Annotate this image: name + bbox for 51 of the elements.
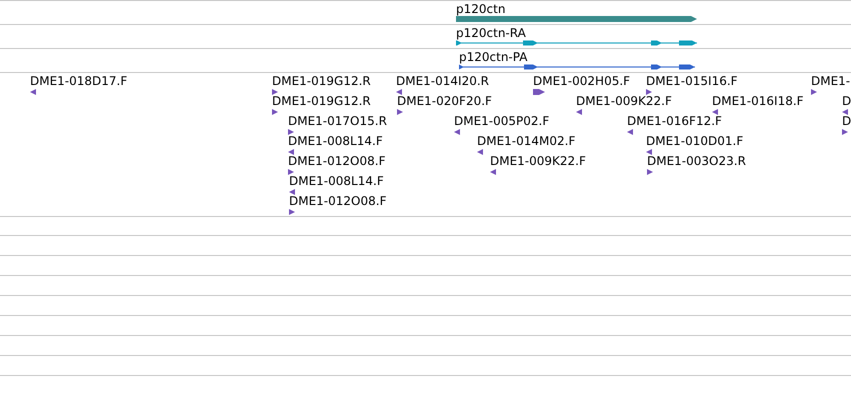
clone-arrow-icon[interactable] xyxy=(842,129,848,135)
clone-label[interactable]: DME1-005P02.F xyxy=(454,115,550,128)
clone-arrow-icon[interactable] xyxy=(454,129,460,135)
clone-arrow-icon[interactable] xyxy=(533,89,545,95)
clone-label[interactable]: D xyxy=(842,115,851,128)
clone-label[interactable]: DME1-008L14.F xyxy=(288,135,383,148)
clone-label[interactable]: DME1-014I20.R xyxy=(396,75,490,88)
clone-label[interactable]: DME1-012O08.F xyxy=(289,195,386,208)
clone-label[interactable]: DME1-010D01.F xyxy=(646,135,744,148)
clone-label[interactable]: DME1-017O15.R xyxy=(288,115,387,128)
clone-arrow-icon[interactable] xyxy=(627,129,633,135)
gene-label: p120ctn-PA xyxy=(459,51,528,64)
clone-label[interactable]: DME1-019G12.R xyxy=(272,95,371,108)
clone-arrow-icon[interactable] xyxy=(272,109,278,115)
clone-arrow-icon[interactable] xyxy=(289,189,295,195)
clone-label[interactable]: DME1-012O08.F xyxy=(288,155,386,168)
clone-label[interactable]: DME1-008L14.F xyxy=(289,175,384,188)
clone-arrow-icon[interactable] xyxy=(490,169,496,175)
transcript-model-drawing[interactable] xyxy=(459,64,695,70)
clone-label[interactable]: DME1-016F12.F xyxy=(627,115,722,128)
clone-label[interactable]: DME1-019G12.R xyxy=(272,75,371,88)
clone-label[interactable]: DME1-020F20.F xyxy=(397,95,492,108)
clone-label[interactable]: DME1-002H05.F xyxy=(533,75,630,88)
clone-arrow-icon[interactable] xyxy=(842,109,848,115)
transcript-model-drawing[interactable] xyxy=(456,40,697,46)
clone-arrow-icon[interactable] xyxy=(288,149,294,155)
clone-label[interactable]: DME1-016I18.F xyxy=(712,95,804,108)
clone-arrow-icon[interactable] xyxy=(288,169,294,175)
clone-arrow-icon[interactable] xyxy=(396,89,402,95)
clone-arrow-icon[interactable] xyxy=(576,109,582,115)
clone-label[interactable]: DME1-003O23.R xyxy=(647,155,746,168)
clone-arrow-icon[interactable] xyxy=(646,89,652,95)
clone-arrow-icon[interactable] xyxy=(272,89,278,95)
clone-label[interactable]: DME1- xyxy=(811,75,850,88)
clone-label[interactable]: DME1-009K22.F xyxy=(576,95,672,108)
clone-arrow-icon[interactable] xyxy=(712,109,718,115)
clone-label[interactable]: DME1-018D17.F xyxy=(30,75,128,88)
clone-arrow-icon[interactable] xyxy=(647,169,653,175)
clone-label[interactable]: D xyxy=(842,95,851,108)
gene-label: p120ctn-RA xyxy=(456,27,526,40)
clone-label[interactable]: DME1-009K22.F xyxy=(490,155,586,168)
clone-arrow-icon[interactable] xyxy=(646,149,652,155)
clone-arrow-icon[interactable] xyxy=(289,209,295,215)
clone-arrow-icon[interactable] xyxy=(811,89,817,95)
clone-label[interactable]: DME1-014M02.F xyxy=(477,135,576,148)
clone-arrow-icon[interactable] xyxy=(30,89,36,95)
gene-label: p120ctn xyxy=(456,3,506,16)
clone-arrow-icon[interactable] xyxy=(288,129,294,135)
clone-label[interactable]: DME1-015I16.F xyxy=(646,75,738,88)
clone-arrow-icon[interactable] xyxy=(397,109,403,115)
clone-arrow-icon[interactable] xyxy=(477,149,483,155)
